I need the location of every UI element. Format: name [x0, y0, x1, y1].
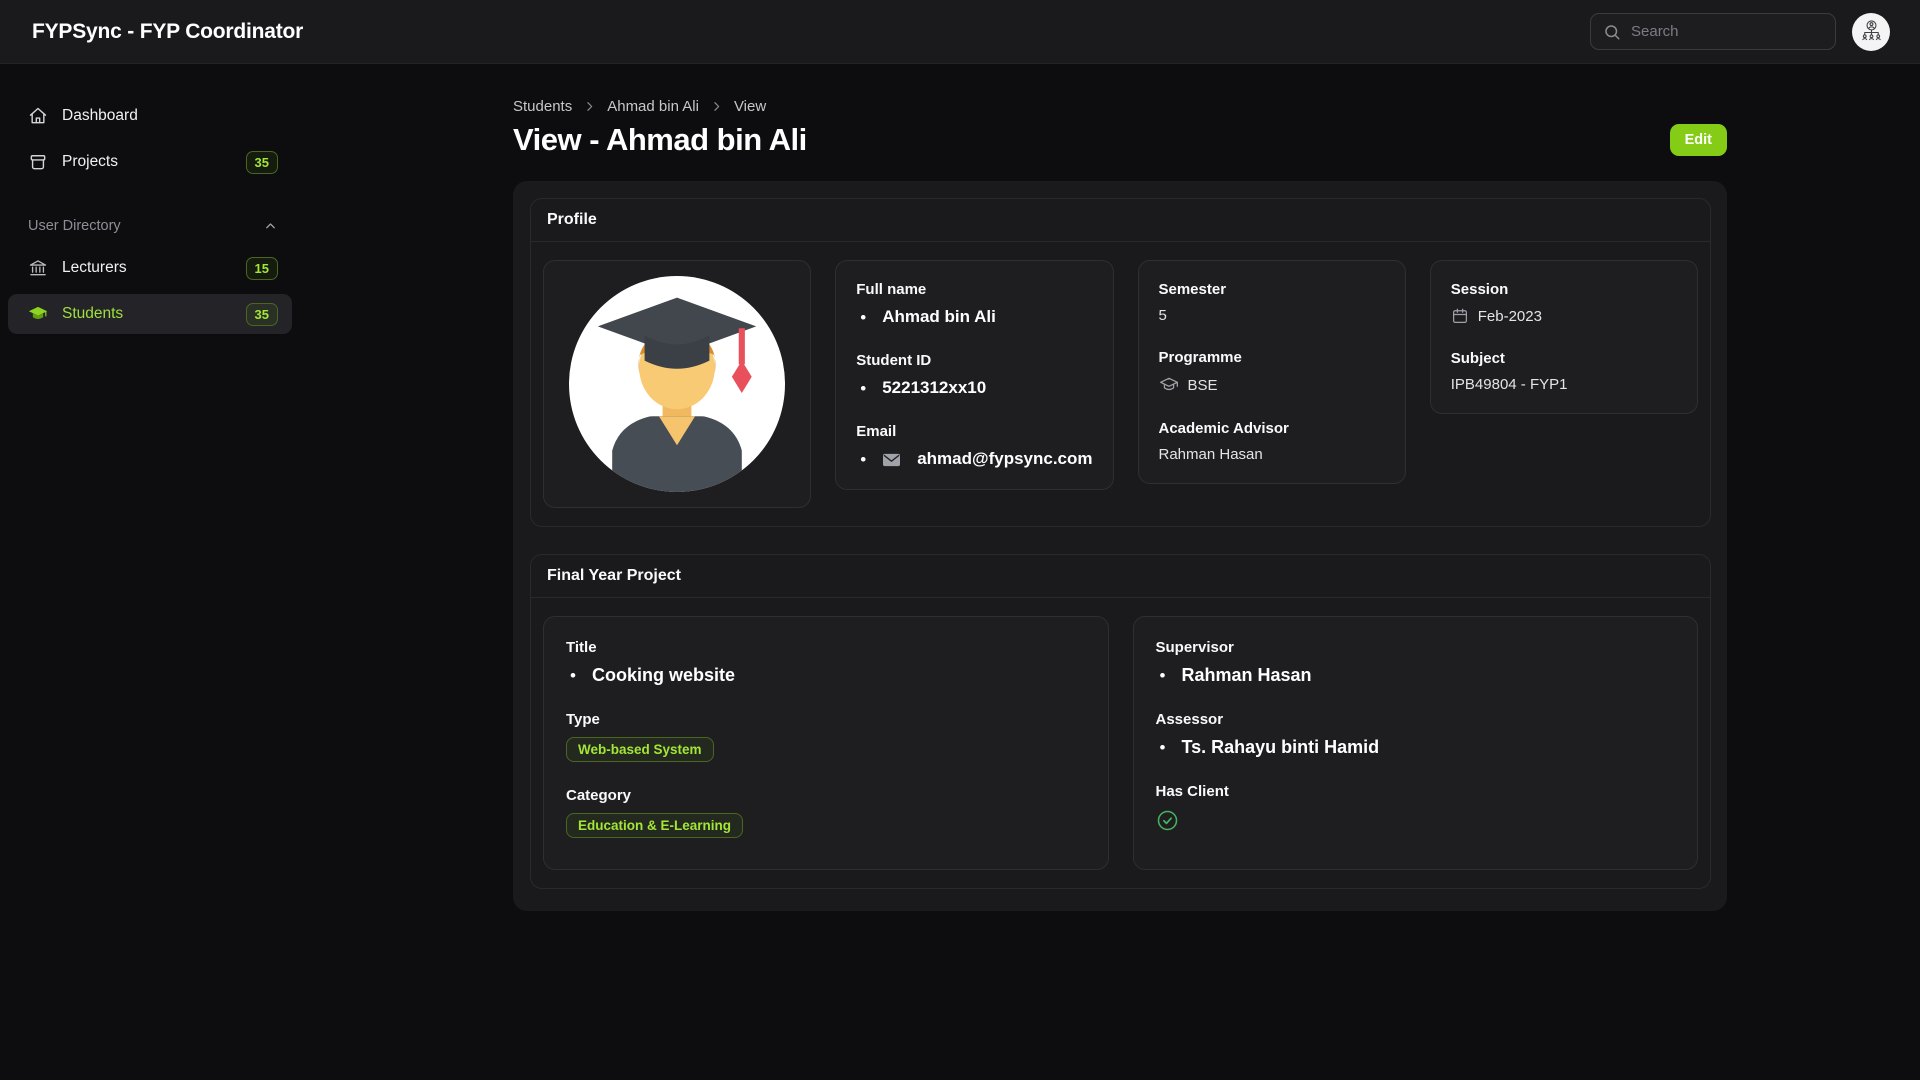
email-label: Email	[856, 423, 1092, 440]
sidebar-section-user-directory[interactable]: User Directory	[8, 218, 292, 234]
edit-button[interactable]: Edit	[1670, 124, 1727, 156]
project-title-field: Title • Cooking website	[566, 639, 1086, 686]
project-category-label: Category	[566, 787, 1086, 804]
student-photo-card	[543, 260, 811, 508]
student-id-label: Student ID	[856, 352, 1092, 369]
full-name-label: Full name	[856, 281, 1092, 298]
topbar: FYPSync - FYP Coordinator	[0, 0, 1920, 64]
identity-card: Full name • Ahmad bin Ali Student ID •	[835, 260, 1113, 490]
project-details-card: Title • Cooking website Type Web-based S…	[543, 616, 1109, 870]
sidebar-item-students[interactable]: Students 35	[8, 294, 292, 334]
check-circle-icon	[1156, 809, 1676, 832]
main-content: Students Ahmad bin Ali View View - Ahmad…	[300, 64, 1920, 1080]
project-title-label: Title	[566, 639, 1086, 656]
programme-value: BSE	[1188, 377, 1218, 394]
profile-section-title: Profile	[531, 199, 1710, 242]
fyp-section: Final Year Project Title • Cooking websi…	[530, 554, 1711, 889]
bullet: •	[860, 451, 866, 468]
project-category-field: Category Education & E-Learning	[566, 787, 1086, 838]
subject-field: Subject IPB49804 - FYP1	[1451, 350, 1677, 393]
bullet: •	[570, 667, 576, 684]
sidebar-item-label: Students	[62, 305, 123, 323]
has-client-label: Has Client	[1156, 783, 1676, 800]
email-value: ahmad@fypsync.com	[917, 449, 1092, 469]
advisor-label: Academic Advisor	[1159, 420, 1385, 437]
breadcrumb-student-name[interactable]: Ahmad bin Ali	[607, 98, 699, 115]
sidebar-item-label: Dashboard	[62, 107, 138, 125]
lecturers-count-badge: 15	[246, 257, 278, 280]
user-avatar[interactable]	[1852, 13, 1890, 51]
chevron-right-icon	[710, 100, 723, 113]
bullet: •	[860, 309, 866, 326]
fyp-section-title: Final Year Project	[531, 555, 1710, 598]
full-name-value: Ahmad bin Ali	[882, 307, 996, 327]
session-card: Session Feb-2023	[1430, 260, 1698, 414]
assessor-label: Assessor	[1156, 711, 1676, 728]
email-field: Email • ahmad@fypsync	[856, 423, 1092, 469]
semester-value: 5	[1159, 307, 1385, 324]
supervisor-value: Rahman Hasan	[1181, 665, 1311, 686]
has-client-field: Has Client	[1156, 783, 1676, 832]
envelope-icon	[882, 451, 901, 468]
advisor-value: Rahman Hasan	[1159, 446, 1385, 463]
sidebar-item-dashboard[interactable]: Dashboard	[8, 96, 292, 136]
student-graduate-avatar	[569, 276, 785, 492]
graduation-cap-icon	[28, 304, 48, 324]
student-id-field: Student ID • 5221312xx10	[856, 352, 1092, 398]
chevron-right-icon	[583, 100, 596, 113]
search-box[interactable]	[1590, 13, 1836, 50]
project-type-label: Type	[566, 711, 1086, 728]
search-icon	[1603, 23, 1621, 41]
bullet: •	[1160, 739, 1166, 756]
breadcrumb-current: View	[734, 98, 766, 115]
session-value: Feb-2023	[1478, 308, 1542, 325]
app-title: FYPSync - FYP Coordinator	[32, 20, 303, 44]
graduation-cap-icon	[1159, 375, 1179, 395]
students-count-badge: 35	[246, 303, 278, 326]
calendar-icon	[1451, 307, 1469, 325]
chevron-up-icon	[263, 219, 278, 234]
profile-section: Profile	[530, 198, 1711, 527]
session-label: Session	[1451, 281, 1677, 298]
sidebar-item-label: Projects	[62, 153, 118, 171]
programme-label: Programme	[1159, 349, 1385, 366]
archive-icon	[28, 152, 48, 172]
academic-card: Semester 5 Programme	[1138, 260, 1406, 484]
breadcrumb-students[interactable]: Students	[513, 98, 572, 115]
sidebar-item-lecturers[interactable]: Lecturers 15	[8, 248, 292, 288]
sidebar-section-label: User Directory	[28, 218, 121, 234]
breadcrumb: Students Ahmad bin Ali View	[513, 98, 1727, 115]
student-view-panel: Profile	[513, 181, 1727, 911]
project-type-field: Type Web-based System	[566, 711, 1086, 762]
supervisor-label: Supervisor	[1156, 639, 1676, 656]
sidebar-item-projects[interactable]: Projects 35	[8, 142, 292, 182]
search-input[interactable]	[1631, 23, 1823, 40]
sidebar-item-label: Lecturers	[62, 259, 127, 277]
semester-field: Semester 5	[1159, 281, 1385, 324]
full-name-field: Full name • Ahmad bin Ali	[856, 281, 1092, 327]
project-people-card: Supervisor • Rahman Hasan Assessor •	[1133, 616, 1699, 870]
sidebar: Dashboard Projects 35 User Directory	[0, 64, 300, 1080]
project-title-value: Cooking website	[592, 665, 735, 686]
projects-count-badge: 35	[246, 151, 278, 174]
student-id-value: 5221312xx10	[882, 378, 986, 398]
bank-icon	[28, 258, 48, 278]
programme-field: Programme BSE	[1159, 349, 1385, 395]
category-badge: Education & E-Learning	[566, 813, 743, 838]
session-field: Session Feb-2023	[1451, 281, 1677, 325]
advisor-field: Academic Advisor Rahman Hasan	[1159, 420, 1385, 463]
semester-label: Semester	[1159, 281, 1385, 298]
bullet: •	[860, 380, 866, 397]
bullet: •	[1160, 667, 1166, 684]
assessor-field: Assessor • Ts. Rahayu binti Hamid	[1156, 711, 1676, 758]
supervisor-field: Supervisor • Rahman Hasan	[1156, 639, 1676, 686]
type-badge: Web-based System	[566, 737, 714, 762]
assessor-value: Ts. Rahayu binti Hamid	[1181, 737, 1379, 758]
page-title: View - Ahmad bin Ali	[513, 122, 807, 158]
org-chart-icon	[1858, 18, 1885, 45]
subject-value: IPB49804 - FYP1	[1451, 376, 1677, 393]
subject-label: Subject	[1451, 350, 1677, 367]
home-icon	[28, 106, 48, 126]
